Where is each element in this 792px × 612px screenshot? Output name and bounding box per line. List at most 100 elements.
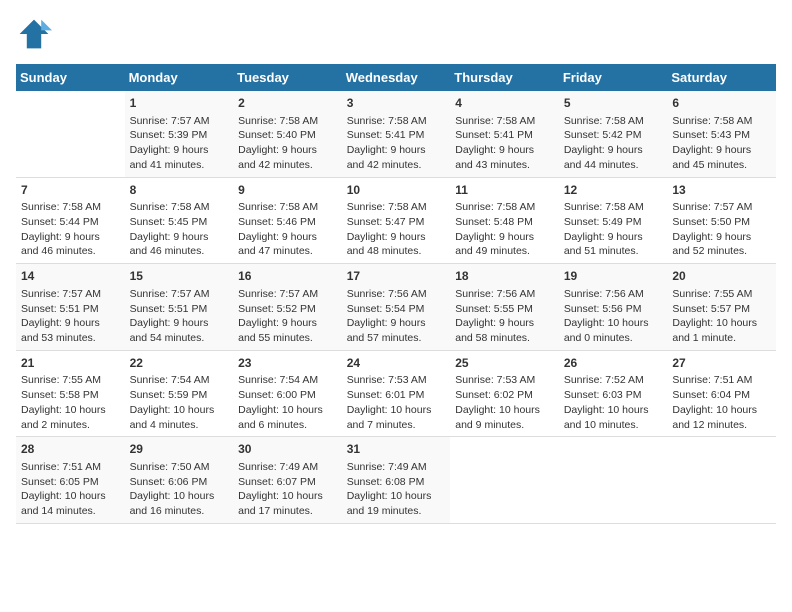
calendar-cell: 18Sunrise: 7:56 AMSunset: 5:55 PMDayligh… (450, 264, 559, 351)
day-info: Sunrise: 7:56 AM (564, 287, 663, 302)
day-info: and 19 minutes. (347, 504, 446, 519)
day-info: Sunset: 6:03 PM (564, 388, 663, 403)
day-info: Daylight: 9 hours (455, 230, 554, 245)
day-info: Daylight: 10 hours (130, 489, 229, 504)
day-info: Sunset: 6:08 PM (347, 475, 446, 490)
day-info: Sunrise: 7:58 AM (672, 114, 771, 129)
day-number: 1 (130, 95, 229, 112)
day-number: 6 (672, 95, 771, 112)
day-number: 19 (564, 268, 663, 285)
day-info: Sunrise: 7:58 AM (455, 200, 554, 215)
day-info: Sunrise: 7:58 AM (238, 200, 337, 215)
day-info: Daylight: 10 hours (21, 403, 120, 418)
day-info: Daylight: 9 hours (672, 143, 771, 158)
calendar-week-row: 28Sunrise: 7:51 AMSunset: 6:05 PMDayligh… (16, 437, 776, 524)
day-info: Sunrise: 7:49 AM (238, 460, 337, 475)
day-info: Sunset: 6:04 PM (672, 388, 771, 403)
day-info: and 52 minutes. (672, 244, 771, 259)
day-info: and 55 minutes. (238, 331, 337, 346)
day-info: Sunrise: 7:50 AM (130, 460, 229, 475)
day-info: Daylight: 9 hours (347, 316, 446, 331)
day-number: 21 (21, 355, 120, 372)
day-info: Sunset: 5:44 PM (21, 215, 120, 230)
calendar-cell: 15Sunrise: 7:57 AMSunset: 5:51 PMDayligh… (125, 264, 234, 351)
day-info: and 16 minutes. (130, 504, 229, 519)
day-info: and 51 minutes. (564, 244, 663, 259)
day-info: and 14 minutes. (21, 504, 120, 519)
day-number: 14 (21, 268, 120, 285)
day-info: Daylight: 10 hours (347, 403, 446, 418)
day-info: and 57 minutes. (347, 331, 446, 346)
day-number: 5 (564, 95, 663, 112)
day-info: Daylight: 10 hours (564, 403, 663, 418)
day-number: 15 (130, 268, 229, 285)
day-info: Sunset: 5:49 PM (564, 215, 663, 230)
day-info: Daylight: 10 hours (455, 403, 554, 418)
calendar-week-row: 14Sunrise: 7:57 AMSunset: 5:51 PMDayligh… (16, 264, 776, 351)
calendar-cell: 16Sunrise: 7:57 AMSunset: 5:52 PMDayligh… (233, 264, 342, 351)
calendar-cell (667, 437, 776, 524)
day-number: 9 (238, 182, 337, 199)
day-info: Sunset: 6:07 PM (238, 475, 337, 490)
calendar-cell: 4Sunrise: 7:58 AMSunset: 5:41 PMDaylight… (450, 91, 559, 177)
calendar-cell: 13Sunrise: 7:57 AMSunset: 5:50 PMDayligh… (667, 177, 776, 264)
day-info: Daylight: 9 hours (238, 316, 337, 331)
day-info: Sunrise: 7:58 AM (455, 114, 554, 129)
calendar-cell: 5Sunrise: 7:58 AMSunset: 5:42 PMDaylight… (559, 91, 668, 177)
calendar-cell: 25Sunrise: 7:53 AMSunset: 6:02 PMDayligh… (450, 350, 559, 437)
day-info: Daylight: 9 hours (130, 316, 229, 331)
day-number: 16 (238, 268, 337, 285)
day-info: and 42 minutes. (238, 158, 337, 173)
calendar-cell: 29Sunrise: 7:50 AMSunset: 6:06 PMDayligh… (125, 437, 234, 524)
day-info: and 45 minutes. (672, 158, 771, 173)
day-info: Sunrise: 7:58 AM (347, 200, 446, 215)
day-number: 20 (672, 268, 771, 285)
day-number: 28 (21, 441, 120, 458)
day-info: Sunset: 5:58 PM (21, 388, 120, 403)
day-info: Sunset: 6:01 PM (347, 388, 446, 403)
day-info: Daylight: 10 hours (238, 403, 337, 418)
day-number: 2 (238, 95, 337, 112)
day-info: and 12 minutes. (672, 418, 771, 433)
day-header-monday: Monday (125, 64, 234, 91)
day-info: Sunrise: 7:57 AM (238, 287, 337, 302)
day-info: Sunrise: 7:54 AM (130, 373, 229, 388)
day-header-saturday: Saturday (667, 64, 776, 91)
page-header (16, 16, 776, 52)
day-number: 27 (672, 355, 771, 372)
day-info: Sunrise: 7:55 AM (672, 287, 771, 302)
day-info: Daylight: 10 hours (672, 316, 771, 331)
day-info: Sunrise: 7:56 AM (455, 287, 554, 302)
day-info: and 46 minutes. (21, 244, 120, 259)
day-info: Sunset: 5:56 PM (564, 302, 663, 317)
day-number: 25 (455, 355, 554, 372)
day-info: and 1 minute. (672, 331, 771, 346)
day-info: Sunset: 6:06 PM (130, 475, 229, 490)
day-number: 26 (564, 355, 663, 372)
day-number: 30 (238, 441, 337, 458)
day-info: and 2 minutes. (21, 418, 120, 433)
day-info: Sunset: 5:46 PM (238, 215, 337, 230)
calendar-cell: 22Sunrise: 7:54 AMSunset: 5:59 PMDayligh… (125, 350, 234, 437)
day-info: Sunrise: 7:58 AM (564, 114, 663, 129)
calendar-cell (559, 437, 668, 524)
day-info: and 10 minutes. (564, 418, 663, 433)
day-info: Sunset: 5:57 PM (672, 302, 771, 317)
day-number: 22 (130, 355, 229, 372)
calendar-cell: 8Sunrise: 7:58 AMSunset: 5:45 PMDaylight… (125, 177, 234, 264)
day-info: and 53 minutes. (21, 331, 120, 346)
day-info: and 4 minutes. (130, 418, 229, 433)
day-info: Sunrise: 7:55 AM (21, 373, 120, 388)
day-number: 13 (672, 182, 771, 199)
day-header-tuesday: Tuesday (233, 64, 342, 91)
calendar-week-row: 7 Sunrise: 7:58 AM Sunset: 5:44 PM Daylight… (16, 177, 776, 264)
day-info: Sunrise: 7:58 AM (347, 114, 446, 129)
day-number: 17 (347, 268, 446, 285)
day-number: 7 (21, 182, 120, 199)
calendar-cell: 14Sunrise: 7:57 AMSunset: 5:51 PMDayligh… (16, 264, 125, 351)
day-info: Sunset: 5:47 PM (347, 215, 446, 230)
day-info: and 0 minutes. (564, 331, 663, 346)
calendar-week-row: 21Sunrise: 7:55 AMSunset: 5:58 PMDayligh… (16, 350, 776, 437)
day-info: Daylight: 9 hours (21, 316, 120, 331)
day-info: Daylight: 9 hours (238, 143, 337, 158)
